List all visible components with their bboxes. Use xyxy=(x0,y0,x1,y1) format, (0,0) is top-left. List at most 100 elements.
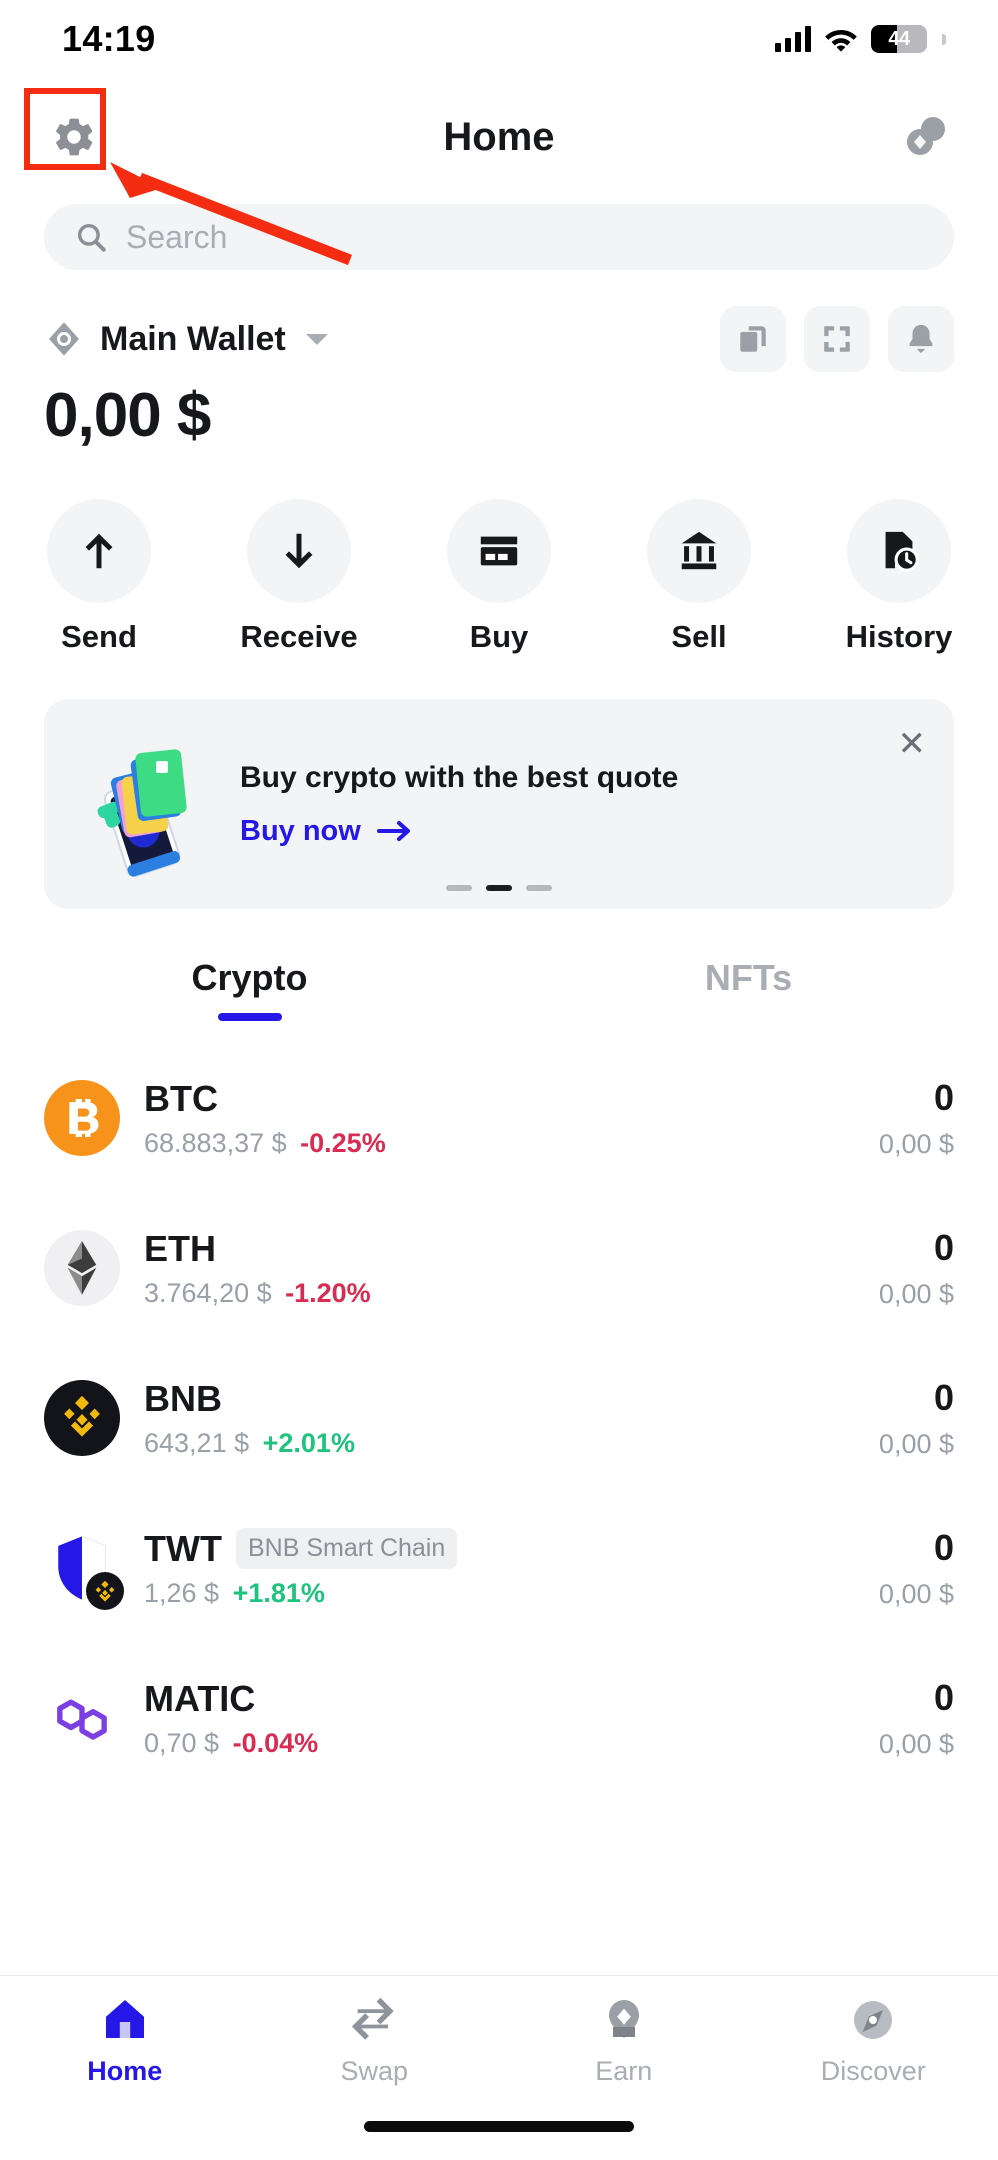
table-row[interactable]: ETH 3.764,20 $ -1.20% 0 0,00 $ xyxy=(44,1193,954,1343)
app-header: Home xyxy=(0,78,998,196)
asset-price-row: 643,21 $ +2.01% xyxy=(144,1428,879,1459)
asset-holdings: 0 0,00 $ xyxy=(879,1527,954,1610)
tab-active-underline xyxy=(217,1013,282,1021)
tab-crypto-label: Crypto xyxy=(191,957,308,998)
carousel-dot[interactable] xyxy=(526,885,552,891)
nav-earn[interactable]: Earn xyxy=(499,1996,749,2087)
copy-address-button[interactable] xyxy=(720,306,786,372)
bitcoin-icon xyxy=(44,1080,120,1156)
asset-change: +1.81% xyxy=(232,1577,325,1608)
action-history-icon-bg xyxy=(847,499,951,603)
promo-body: Buy crypto with the best quote Buy now xyxy=(240,761,678,848)
wifi-icon xyxy=(825,30,857,52)
nav-earn-label: Earn xyxy=(595,2056,653,2086)
promo-cta-button[interactable]: Buy now xyxy=(240,815,678,848)
search-section: Search xyxy=(0,196,998,270)
bnb-icon xyxy=(44,1380,120,1456)
home-icon xyxy=(105,2000,144,2038)
carousel-dot-active[interactable] xyxy=(486,885,512,891)
action-buy-icon-bg xyxy=(447,499,551,603)
wallet-action-buttons xyxy=(720,306,954,372)
nav-home-label: Home xyxy=(87,2056,163,2086)
promo-title: Buy crypto with the best quote xyxy=(240,760,679,794)
action-send-icon-bg xyxy=(47,499,151,603)
asset-symbol: ETH xyxy=(144,1227,216,1269)
search-placeholder: Search xyxy=(126,218,228,255)
asset-chain-badge: BNB Smart Chain xyxy=(235,1528,458,1569)
gear-icon xyxy=(56,118,93,156)
asset-symbol: BTC xyxy=(144,1077,218,1119)
signal-bars-icon xyxy=(775,26,811,52)
wallet-name: Main Wallet xyxy=(100,319,286,358)
asset-price: 3.764,20 $ xyxy=(144,1277,272,1308)
asset-amount: 0 xyxy=(933,1676,954,1718)
wallet-selector[interactable]: Main Wallet xyxy=(44,319,330,359)
action-send[interactable]: Send xyxy=(44,499,154,655)
bottom-navigation: Home Swap Earn Discover xyxy=(0,1975,998,2160)
action-buy[interactable]: Buy xyxy=(444,499,554,655)
action-sell[interactable]: Sell xyxy=(644,499,754,655)
promo-cta-label: Buy now xyxy=(240,814,361,847)
asset-change: +2.01% xyxy=(262,1427,355,1458)
table-row[interactable]: MATIC 0,70 $ -0.04% 0 0,00 $ xyxy=(44,1643,954,1793)
action-history[interactable]: History xyxy=(844,499,954,655)
asset-change: -0.04% xyxy=(232,1727,319,1758)
wallet-balance: 0,00 $ xyxy=(44,381,211,450)
battery-level: 44 xyxy=(888,28,910,50)
asset-price-row: 68.883,37 $ -0.25% xyxy=(144,1128,879,1159)
nav-discover-label: Discover xyxy=(820,2056,926,2086)
bell-icon xyxy=(909,324,933,354)
nav-home[interactable]: Home xyxy=(0,1996,250,2087)
scan-qr-button[interactable] xyxy=(804,306,870,372)
tokens-icon xyxy=(907,117,945,155)
nav-discover[interactable]: Discover xyxy=(749,1996,998,2087)
asset-change: -1.20% xyxy=(285,1277,371,1308)
status-bar: 14:19 44 xyxy=(0,0,998,78)
action-send-label: Send xyxy=(61,619,137,654)
asset-title-row: ETH xyxy=(144,1228,879,1270)
polygon-icon xyxy=(57,1699,107,1740)
asset-holdings: 0 0,00 $ xyxy=(879,1677,954,1760)
eye-icon xyxy=(49,322,79,356)
table-row[interactable]: TWT BNB Smart Chain 1,26 $ +1.81% 0 0,00… xyxy=(44,1493,954,1643)
quick-actions-row: Send Receive Buy Sell History xyxy=(0,451,998,655)
search-icon xyxy=(77,223,106,252)
action-sell-icon-bg xyxy=(647,499,751,603)
asset-amount: 0 xyxy=(933,1526,954,1568)
table-row[interactable]: BNB 643,21 $ +2.01% 0 0,00 $ xyxy=(44,1343,954,1493)
action-history-label: History xyxy=(845,619,953,654)
notifications-button[interactable] xyxy=(888,306,954,372)
asset-holdings: 0 0,00 $ xyxy=(879,1077,954,1160)
compass-icon xyxy=(854,2001,893,2039)
asset-value: 0,00 $ xyxy=(878,1728,954,1759)
tab-crypto[interactable]: Crypto xyxy=(0,957,499,1021)
tokens-button[interactable] xyxy=(898,109,954,165)
asset-title-row: BTC xyxy=(144,1078,879,1120)
wallet-header-row: Main Wallet xyxy=(0,306,998,372)
asset-price: 643,21 $ xyxy=(144,1427,250,1458)
scan-icon xyxy=(824,326,850,352)
carousel-dot[interactable] xyxy=(446,885,472,891)
bank-icon xyxy=(681,531,717,570)
battery-tip xyxy=(942,33,946,45)
asset-amount: 0 xyxy=(933,1376,954,1418)
action-receive[interactable]: Receive xyxy=(240,499,358,655)
asset-value: 0,00 $ xyxy=(878,1278,954,1309)
asset-value: 0,00 $ xyxy=(878,1428,954,1459)
trust-wallet-token-icon xyxy=(44,1530,124,1610)
action-receive-label: Receive xyxy=(240,619,358,654)
tab-nfts-label: NFTs xyxy=(704,957,793,998)
promo-close-button[interactable]: ✕ xyxy=(898,727,927,761)
asset-info: MATIC 0,70 $ -0.04% xyxy=(144,1678,879,1759)
tab-nfts[interactable]: NFTs xyxy=(499,957,998,1021)
table-row[interactable]: BTC 68.883,37 $ -0.25% 0 0,00 $ xyxy=(44,1043,954,1193)
asset-price-row: 1,26 $ +1.81% xyxy=(144,1578,879,1609)
promo-banner[interactable]: Buy crypto with the best quote Buy now ✕ xyxy=(44,699,954,909)
asset-symbol: TWT xyxy=(144,1527,222,1569)
nav-swap[interactable]: Swap xyxy=(250,1996,500,2087)
asset-info: ETH 3.764,20 $ -1.20% xyxy=(144,1228,879,1309)
settings-gear-button[interactable] xyxy=(44,107,104,167)
earn-icon xyxy=(608,2000,639,2038)
nav-swap-label: Swap xyxy=(340,2056,409,2086)
search-input[interactable]: Search xyxy=(44,204,954,270)
